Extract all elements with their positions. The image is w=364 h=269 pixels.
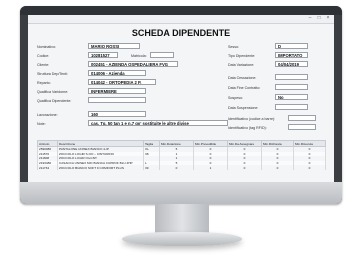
nominativo-field[interactable]: MARIO ROSSI [88, 43, 140, 49]
note-label: Note: [37, 122, 46, 126]
articles-table: Articolo Descrizione Taglia Min.Dotazion… [37, 140, 326, 170]
rfid-label: Identificativo (tag RFID): [228, 126, 267, 130]
data-fine-contratto-field[interactable] [275, 84, 308, 90]
reparto-field[interactable]: 014042 - ORTOPEDIA 2 P. [88, 79, 156, 85]
data-sospensione-field[interactable] [275, 104, 308, 110]
monitor-top-bezel [20, 6, 342, 15]
data-sospensione-label: Data Sospensione: [228, 106, 259, 110]
window-titlebar: – □ × [28, 15, 334, 24]
data-variazione-field[interactable]: 04/04/2019 [275, 61, 308, 67]
monitor-stand-base [122, 232, 242, 246]
monitor: – □ × SCHEDA DIPENDENTE Nominativo: MARI… [20, 6, 342, 204]
sesso-label: Sesso: [228, 45, 239, 49]
note-field[interactable]: cas. Tg. 50 tan 1 e n.7 go' sostituite l… [88, 120, 228, 126]
tipo-dipendente-label: Tipo Dipendente: [228, 54, 256, 58]
rfid-field[interactable] [288, 124, 316, 130]
table-cell: ZOCCOLO BIANCO SOFT 9 COMFORT PLUS [57, 165, 144, 170]
lavorazione-label: Lavorazione: [37, 113, 58, 117]
qualifica-varidorne-field[interactable]: INFERMIERE [88, 88, 146, 94]
monitor-chin [20, 182, 342, 204]
nominativo-label: Nominativo: [37, 45, 56, 49]
matricola-label: Matricola: [131, 54, 147, 58]
table-cell: 0 [227, 165, 262, 170]
data-cessazione-label: Data Cessazione: [228, 76, 257, 80]
barcode-field[interactable] [288, 115, 316, 121]
struttura-field[interactable]: 014006 - Azienda [88, 70, 146, 76]
codice-label: Codice: [37, 54, 50, 58]
table-cell: 39 [143, 165, 160, 170]
data-fine-contratto-label: Data Fine Contratto: [228, 86, 261, 90]
barcode-label: Identificativo (codice a barre): [228, 117, 276, 121]
sesso-field[interactable]: D [275, 43, 308, 49]
reparto-label: Reparto: [37, 81, 51, 85]
close-button[interactable]: × [325, 16, 331, 21]
struttura-label: Struttura Dep/Tenti: [37, 72, 68, 76]
screen: – □ × SCHEDA DIPENDENTE Nominativo: MARI… [28, 15, 334, 182]
table-cell: 211734 [37, 165, 58, 170]
table-cell: 1 [193, 165, 228, 170]
qualifica-dipendente-field[interactable] [88, 97, 146, 103]
lavorazione-field[interactable]: 160 [88, 111, 146, 117]
codice-field[interactable]: 10281527 [88, 52, 118, 58]
data-variazione-label: Data Variazione: [228, 63, 255, 67]
table-row[interactable]: 211734 ZOCCOLO BIANCO SOFT 9 COMFORT PLU… [37, 165, 326, 170]
sospeso-label: Sospeso: [228, 96, 243, 100]
qualifica-varidorne-label: Qualifica Varidorne: [37, 90, 69, 94]
sospeso-field[interactable]: No [275, 94, 308, 100]
page-title: SCHEDA DIPENDENTE [131, 28, 231, 38]
cliente-field[interactable]: 002451 - AZIENDA OSPEDALIERA FVG [88, 61, 178, 67]
minimize-button[interactable]: – [307, 16, 313, 21]
cliente-label: Cliente: [37, 63, 50, 67]
monitor-stand-neck [155, 204, 209, 234]
data-cessazione-field[interactable] [275, 74, 308, 80]
qualifica-dipendente-label: Qualifica Dipendente: [37, 99, 72, 103]
table-cell: 0 [261, 165, 294, 170]
maximize-button[interactable]: □ [316, 16, 322, 21]
matricola-field[interactable] [150, 52, 174, 58]
table-cell: CASACCA UNISEX MIC BIANCA CUPROF BLU 4HP [57, 160, 144, 166]
table-cell: 0 [159, 165, 194, 170]
tipo-dipendente-field[interactable]: IMPORTATO [275, 52, 308, 58]
table-cell: 0 [293, 165, 326, 170]
